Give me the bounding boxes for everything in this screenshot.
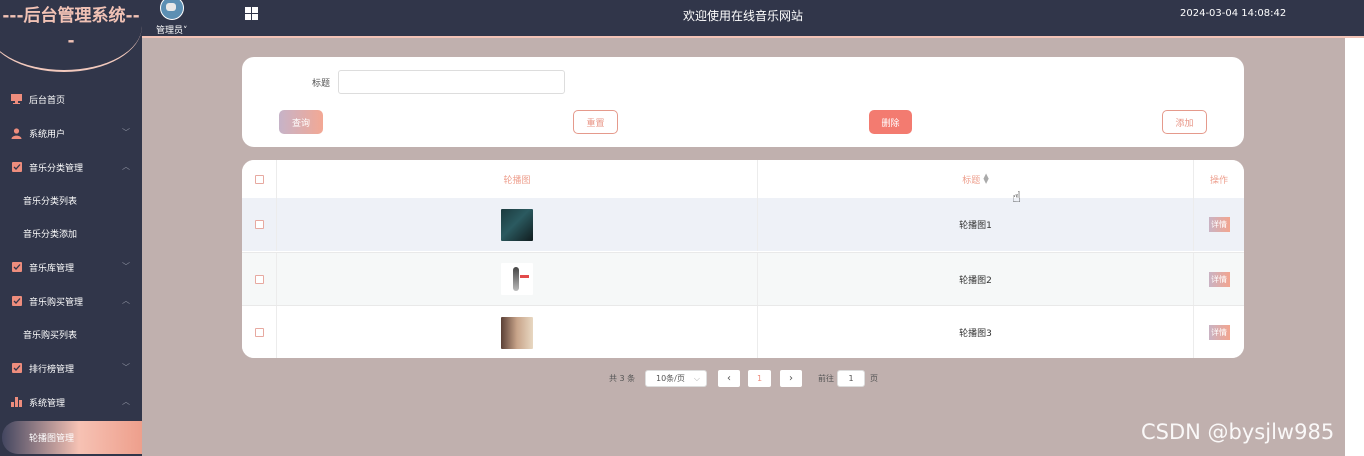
sidebar-subitem-purchase-list[interactable]: 音乐购买列表 (0, 318, 142, 351)
column-header-title-label: 标题 (962, 175, 981, 186)
chevron-up-icon: ︿ (122, 397, 130, 406)
top-header: 管理员˅ 欢迎使用在线音乐网站 2024-03-04 14:08:42 (142, 0, 1364, 38)
sidebar-item-label: 音乐购买管理 (29, 297, 84, 308)
chevron-down-icon: ﹀ (122, 128, 130, 137)
page-unit-label: 页 (870, 374, 878, 383)
sidebar-item-label: 系统用户 (29, 129, 66, 140)
page-number-current[interactable]: 1 (748, 370, 771, 387)
row-title: 轮播图3 (758, 306, 1194, 358)
chevron-up-icon: ︿ (122, 296, 130, 305)
chevron-up-icon: ︿ (122, 162, 130, 171)
title-label: 标题 (312, 79, 331, 89)
sidebar-subitem-category-list[interactable]: 音乐分类列表 (0, 184, 142, 217)
row-checkbox[interactable] (254, 220, 264, 229)
page-title: 欢迎使用在线音乐网站 (682, 9, 803, 23)
next-page-button[interactable]: › (780, 370, 802, 387)
check-icon (11, 296, 22, 307)
goto-label: 前往 (818, 374, 834, 383)
chevron-down-icon: ⌵ (693, 373, 700, 383)
detail-button[interactable]: 详情 (1208, 325, 1230, 340)
page-size-select[interactable]: 10条/页 ⌵ (645, 370, 707, 387)
check-icon (11, 262, 22, 273)
user-icon (11, 127, 22, 139)
sidebar-item-label: 音乐分类管理 (29, 163, 84, 174)
sidebar-item-music-category[interactable]: 音乐分类管理 ︿ (0, 150, 142, 184)
row-checkbox[interactable] (254, 274, 264, 284)
detail-button[interactable]: 详情 (1208, 271, 1230, 287)
prev-page-button[interactable]: ‹ (718, 370, 740, 387)
row-title: 轮播图2 (758, 253, 1194, 305)
column-header-image: 轮播图 (277, 160, 758, 198)
sidebar-item-home[interactable]: 后台首页 (0, 82, 142, 116)
title-search-input[interactable] (338, 70, 565, 94)
delete-button[interactable]: 删除 (869, 110, 912, 134)
sidebar-subitem-category-add[interactable]: 音乐分类添加 (0, 217, 142, 250)
sidebar-item-music-purchase[interactable]: 音乐购买管理 ︿ (0, 284, 142, 318)
select-all-checkbox[interactable] (254, 174, 264, 184)
check-icon (11, 162, 22, 173)
query-button[interactable]: 查询 (279, 110, 323, 134)
banner-table: 轮播图 标题 ▲ ▼ 操作 轮播图1 详情 轮播图2 详情 轮播图3 详情 (242, 160, 1244, 358)
detail-button[interactable]: 详情 (1208, 217, 1230, 232)
column-header-actions: 操作 (1209, 175, 1228, 186)
sort-icon[interactable]: ▲ ▼ (983, 173, 988, 185)
sidebar-item-system[interactable]: 系统管理 ︿ (0, 385, 142, 419)
monitor-icon (11, 94, 22, 105)
hand-cursor-icon: ☝ (1012, 188, 1022, 206)
chevron-left-icon: ‹ (727, 373, 731, 384)
sidebar-item-label: 音乐库管理 (29, 263, 75, 274)
datetime: 2024-03-04 14:08:42 (1180, 8, 1287, 19)
table-row: 轮播图1 详情 (242, 198, 1244, 251)
sidebar-item-label: 后台首页 (29, 95, 66, 106)
banner-thumbnail (501, 316, 533, 349)
reset-button[interactable]: 重置 (573, 110, 618, 134)
row-title: 轮播图1 (758, 198, 1194, 251)
sidebar-item-music-library[interactable]: 音乐库管理 ﹀ (0, 250, 142, 284)
sidebar-menu: 后台首页 系统用户 ﹀ 音乐分类管理 ︿ 音乐分类列表 音乐分类添加 音乐库管理… (0, 82, 142, 454)
table-row: 轮播图3 详情 (242, 305, 1244, 358)
table-header: 轮播图 标题 ▲ ▼ 操作 (242, 160, 1244, 199)
table-row: 轮播图2 详情 (242, 252, 1244, 305)
chevron-right-icon: › (789, 373, 793, 384)
chevron-down-icon: ﹀ (122, 262, 130, 271)
total-count: 共 3 条 (609, 374, 636, 383)
column-header-title[interactable]: 标题 ▲ ▼ (758, 160, 1194, 198)
right-scroll-area (1345, 38, 1364, 456)
banner-thumbnail (501, 208, 533, 241)
sidebar-subitem-banner[interactable]: 轮播图管理 (2, 421, 142, 454)
brand-title: ---后台管理系统--- (2, 6, 140, 51)
sidebar-item-users[interactable]: 系统用户 ﹀ (0, 116, 142, 150)
chart-icon (11, 397, 22, 408)
search-panel: 标题 查询 重置 删除 添加 (242, 57, 1244, 147)
add-button[interactable]: 添加 (1162, 110, 1207, 134)
watermark: CSDN @bysjlw985 (1141, 420, 1335, 444)
goto-page-input[interactable]: 1 (837, 370, 865, 387)
user-menu[interactable]: 管理员˅ (156, 23, 188, 36)
page-size-value: 10条/页 (656, 374, 685, 383)
banner-thumbnail (501, 263, 533, 295)
sidebar-item-label: 系统管理 (29, 398, 66, 409)
pagination: 共 3 条 10条/页 ⌵ ‹ 1 › 前往 1 页 (0, 370, 1364, 388)
row-checkbox[interactable] (254, 328, 264, 337)
